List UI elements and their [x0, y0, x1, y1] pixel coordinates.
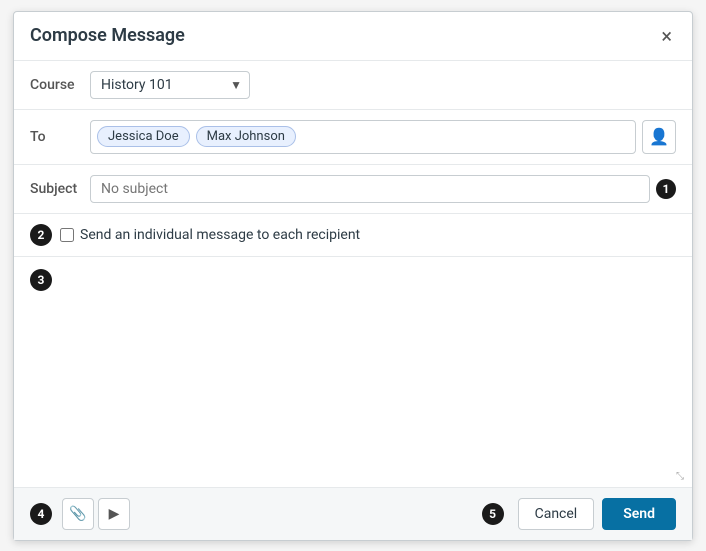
dialog-body: Course History 101 Math 201 English 301 …: [14, 61, 692, 487]
footer-left: 4 📎 ▶: [30, 498, 130, 530]
individual-message-row: 2 Send an individual message to each rec…: [14, 214, 692, 257]
send-button[interactable]: Send: [602, 498, 676, 530]
media-button[interactable]: ▶: [98, 498, 130, 530]
address-book-icon: 👤: [649, 127, 669, 146]
resize-handle-icon: ⤡: [676, 471, 688, 483]
recipients-field[interactable]: Jessica Doe Max Johnson: [90, 120, 636, 154]
subject-badge: 1: [656, 179, 676, 199]
attach-icon: 📎: [69, 506, 86, 522]
subject-row: Subject 1: [14, 165, 692, 214]
dialog-title: Compose Message: [30, 25, 185, 46]
recipient-tag-jessica: Jessica Doe: [97, 126, 190, 147]
dialog-header: Compose Message ×: [14, 12, 692, 61]
media-icon: ▶: [109, 506, 120, 522]
recipient-tag-max: Max Johnson: [196, 126, 296, 147]
dialog-backdrop: Compose Message × Course History 101 Mat…: [0, 0, 706, 551]
toolbar-badge: 4: [30, 503, 52, 525]
message-area-badge: 3: [30, 269, 52, 291]
course-row: Course History 101 Math 201 English 301 …: [14, 61, 692, 110]
course-label: Course: [30, 77, 90, 93]
course-select[interactable]: History 101 Math 201 English 301: [90, 71, 250, 99]
individual-message-label: Send an individual message to each recip…: [80, 227, 360, 243]
to-label: To: [30, 129, 90, 145]
compose-message-dialog: Compose Message × Course History 101 Mat…: [13, 11, 693, 541]
subject-row-inner: 1: [90, 175, 676, 203]
to-row: To Jessica Doe Max Johnson 👤: [14, 110, 692, 165]
subject-input[interactable]: [90, 175, 650, 203]
address-book-button[interactable]: 👤: [642, 120, 676, 154]
attach-button[interactable]: 📎: [62, 498, 94, 530]
close-button[interactable]: ×: [657, 24, 676, 48]
dialog-footer: 4 📎 ▶ 5 Cancel Send: [14, 487, 692, 540]
message-textarea[interactable]: [60, 265, 676, 479]
subject-label: Subject: [30, 181, 90, 197]
individual-message-checkbox[interactable]: [60, 228, 74, 242]
course-select-wrapper: History 101 Math 201 English 301 ▼: [90, 71, 250, 99]
message-area-wrapper: 3 ⤡: [14, 257, 692, 487]
cancel-button[interactable]: Cancel: [518, 498, 595, 530]
send-area-badge: 5: [482, 503, 504, 525]
individual-badge: 2: [30, 224, 52, 246]
footer-right: 5 Cancel Send: [482, 498, 676, 530]
